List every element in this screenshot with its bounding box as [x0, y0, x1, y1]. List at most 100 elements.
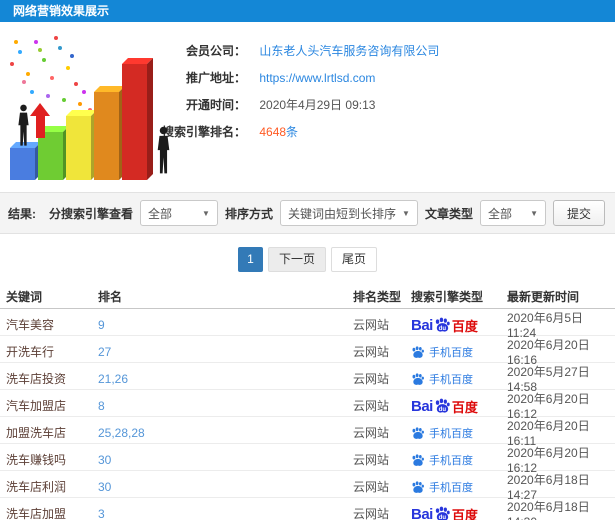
mobile-baidu-paw-icon: [411, 345, 425, 359]
up-arrow-icon: [30, 103, 50, 138]
mobile-baidu-logo: 手机百度: [411, 371, 473, 387]
submit-button[interactable]: 提交: [552, 200, 605, 226]
mobile-baidu-logo: 手机百度: [411, 452, 473, 468]
filter-controls: 分搜索引擎查看 全部 ▼ 排序方式 关键词由短到长排序 ▼ 文章类型 全部 ▼ …: [49, 200, 615, 226]
company-link[interactable]: 山东老人头汽车服务咨询有限公司: [259, 44, 439, 58]
col-header-rank-type: 排名类型: [353, 289, 402, 304]
rank-type-cell: 云网站: [353, 426, 390, 440]
result-label: 结果:: [8, 206, 36, 221]
engine-select-value: 全部: [147, 206, 172, 221]
app-header: 网络营销效果展示: [0, 0, 615, 22]
mobile-baidu-paw-icon: [411, 453, 425, 467]
promo-url-link[interactable]: https://www.lrtlsd.com: [259, 71, 375, 85]
mobile-baidu-logo: 手机百度: [411, 425, 473, 441]
updated-cell: 2020年6月18日 14:30: [507, 500, 590, 520]
bar-blue: [10, 148, 35, 180]
chevron-down-icon: ▼: [402, 208, 410, 218]
rank-link[interactable]: 9: [98, 318, 105, 332]
mobile-baidu-paw-icon: [411, 480, 425, 494]
keyword-cell: 汽车加盟店: [6, 399, 67, 413]
bar-red: [122, 64, 147, 180]
engine-cell: Bai du 百度: [411, 371, 507, 387]
bar-orange: [94, 92, 119, 180]
chevron-down-icon: ▼: [202, 208, 210, 218]
engine-filter-label: 分搜索引擎查看: [48, 206, 133, 221]
rank-link[interactable]: 3: [98, 507, 105, 520]
rank-link[interactable]: 30: [98, 453, 111, 467]
engine-cell: Bai du 百度: [411, 452, 507, 468]
keyword-cell: 洗车赚钱吗: [6, 453, 67, 467]
rank-link[interactable]: 21,26: [98, 372, 128, 386]
last-page-button[interactable]: 尾页: [331, 247, 378, 272]
article-type-select-value: 全部: [487, 206, 512, 221]
engine-select[interactable]: 全部 ▼: [139, 200, 218, 226]
bar-green: [38, 132, 63, 180]
rank-type-cell: 云网站: [353, 399, 390, 413]
table-row: 洗车店投资 21,26 云网站 Bai du 百度: [0, 363, 615, 394]
col-header-updated: 最新更新时间: [507, 289, 580, 304]
baidu-paw-icon: du: [434, 397, 451, 414]
article-type-select[interactable]: 全部 ▼: [479, 200, 546, 226]
sort-select[interactable]: 关键词由短到长排序 ▼: [279, 200, 418, 226]
rank-cell: 8: [98, 399, 353, 413]
page-1-button[interactable]: 1: [237, 247, 263, 272]
chevron-down-icon: ▼: [530, 208, 538, 218]
rank-type-cell: 云网站: [353, 507, 390, 520]
rank-cell: 25,28,28: [98, 426, 353, 440]
keyword-cell: 洗车店加盟: [6, 507, 67, 520]
baidu-paw-icon: du: [434, 505, 451, 520]
keyword-cell: 洗车店投资: [6, 372, 67, 386]
rank-cell: 30: [98, 453, 353, 467]
col-header-keyword: 关键词: [6, 289, 43, 304]
article-type-label: 文章类型: [424, 206, 473, 221]
mobile-baidu-paw-icon: [411, 372, 425, 386]
table-row: 洗车店加盟 3 云网站 Bai du 百度 2020年6月18日: [0, 498, 615, 520]
keyword-cell: 加盟洗车店: [6, 426, 67, 440]
rank-cell: 27: [98, 345, 353, 359]
ranking-table: 关键词 排名 排名类型 搜索引擎类型 最新更新时间 汽车美容 9 云网站 Bai…: [0, 284, 615, 520]
engine-cell: Bai du 百度: [411, 397, 507, 414]
table-row: 汽车美容 9 云网站 Bai du 百度 2020年6月5日 11:24: [0, 309, 615, 340]
rank-cell: 3: [98, 507, 353, 520]
mobile-baidu-label: 手机百度: [429, 427, 473, 440]
table-row: 洗车赚钱吗 30 云网站 Bai du 百度: [0, 444, 615, 475]
member-info-section: 会员公司： 山东老人头汽车服务咨询有限公司 推广地址： https://www.…: [0, 22, 615, 192]
pagination: 1 下一页 尾页: [0, 247, 615, 272]
businessman-icon: [18, 104, 29, 146]
confetti-decoration: [8, 32, 12, 36]
mobile-baidu-logo: 手机百度: [411, 479, 473, 495]
rank-cell: 21,26: [98, 372, 353, 386]
mobile-baidu-paw-icon: [411, 426, 425, 440]
growth-chart-illustration: [4, 30, 176, 182]
keyword-cell: 汽车美容: [6, 318, 55, 332]
baidu-logo: Bai du 百度: [411, 505, 478, 520]
engine-cell: Bai du 百度: [411, 505, 507, 520]
next-page-button[interactable]: 下一页: [267, 247, 326, 272]
rank-type-cell: 云网站: [353, 453, 390, 467]
rank-cell: 30: [98, 480, 353, 494]
rank-link[interactable]: 25,28,28: [98, 426, 145, 440]
rank-link[interactable]: 30: [98, 480, 111, 494]
keyword-cell: 开洗车行: [6, 345, 55, 359]
rank-type-cell: 云网站: [353, 345, 390, 359]
rank-count-number: 4648: [259, 125, 287, 139]
engine-cell: Bai du 百度: [411, 344, 507, 360]
filter-bar: 结果: 分搜索引擎查看 全部 ▼ 排序方式 关键词由短到长排序 ▼ 文章类型 全…: [0, 192, 615, 234]
mobile-baidu-label: 手机百度: [429, 373, 473, 386]
sort-select-value: 关键词由短到长排序: [287, 206, 396, 221]
rank-link[interactable]: 27: [98, 345, 111, 359]
table-row: 加盟洗车店 25,28,28 云网站 Bai du 百度: [0, 417, 615, 448]
bar-yellow: [66, 116, 91, 180]
rank-type-cell: 云网站: [353, 372, 390, 386]
mobile-baidu-logo: 手机百度: [411, 344, 473, 360]
keyword-cell: 洗车店利润: [6, 480, 67, 494]
table-row: 开洗车行 27 云网站 Bai du 百度: [0, 336, 615, 367]
page-title: 网络营销效果展示: [13, 4, 110, 18]
table-row: 洗车店利润 30 云网站 Bai du 百度: [0, 471, 615, 502]
baidu-logo: Bai du 百度: [411, 317, 478, 334]
rank-link[interactable]: 8: [98, 399, 105, 413]
table-row: 汽车加盟店 8 云网站 Bai du 百度 2020年6月20日 16:12: [0, 390, 615, 421]
rank-count-unit: 条: [286, 125, 299, 139]
rank-type-cell: 云网站: [353, 480, 390, 494]
mobile-baidu-label: 手机百度: [429, 454, 473, 467]
